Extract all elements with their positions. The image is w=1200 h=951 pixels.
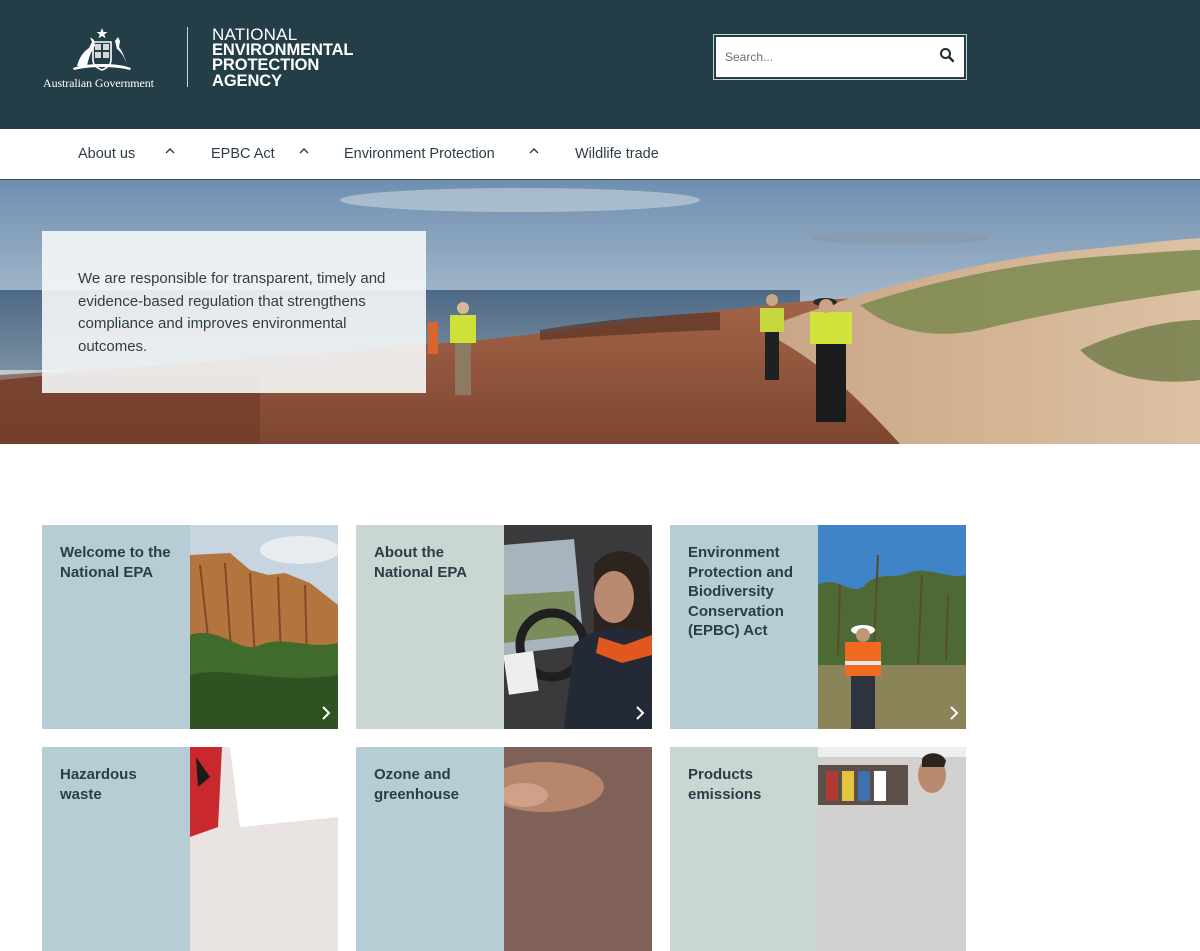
officer-in-vehicle-photo [504, 525, 652, 729]
tile-label: Environment Protection and Biodiversity … [670, 525, 818, 729]
nav-item-wildlife-trade[interactable]: Wildlife trade [575, 129, 659, 179]
chevron-up-icon[interactable] [298, 146, 310, 156]
smoke-sky-photo [504, 747, 652, 951]
main-navigation: About us EPBC Act Environment Protection… [0, 129, 1200, 180]
australian-government-text: Australian Government [43, 76, 154, 90]
hero-banner: We are responsible for transparent, time… [0, 180, 1200, 444]
agency-name-line4: AGENCY [212, 71, 282, 90]
chevron-right-icon [636, 706, 645, 720]
tile-about-national-epa[interactable]: About the National EPA [356, 525, 652, 729]
chevron-up-icon[interactable] [164, 146, 176, 156]
tile-epbc-act[interactable]: Environment Protection and Biodiversity … [670, 525, 966, 729]
nav-item-environment-protection[interactable]: Environment Protection [344, 129, 495, 179]
logo-divider [187, 27, 188, 87]
site-header: Australian Government NATIONAL ENVIRONME… [0, 0, 1200, 129]
agency-logo[interactable]: NATIONAL ENVIRONMENTAL PROTECTION AGENCY [212, 26, 354, 90]
australian-government-logo[interactable]: Australian Government [43, 26, 163, 90]
coat-of-arms-icon [73, 28, 131, 71]
tile-ozone-greenhouse[interactable]: Ozone and greenhouse [356, 747, 652, 951]
chevron-right-icon [950, 706, 959, 720]
hazard-flag-photo [190, 747, 338, 951]
tile-label: Products emissions [670, 747, 818, 951]
cliff-photo [190, 525, 338, 729]
chevron-right-icon [322, 706, 331, 720]
store-worker-photo [818, 747, 966, 951]
nav-item-epbc-act[interactable]: EPBC Act [211, 129, 275, 179]
tile-products-emissions[interactable]: Products emissions [670, 747, 966, 951]
search-icon[interactable] [938, 46, 956, 64]
nav-item-about-us[interactable]: About us [78, 129, 135, 179]
chevron-up-icon[interactable] [528, 146, 540, 156]
tile-label: Hazardous waste [42, 747, 190, 951]
tile-label: About the National EPA [356, 525, 504, 729]
search-field-wrapper [716, 37, 964, 77]
tile-label: Welcome to the National EPA [42, 525, 190, 729]
tile-label: Ozone and greenhouse [356, 747, 504, 951]
tile-welcome[interactable]: Welcome to the National EPA [42, 525, 338, 729]
search-box [713, 34, 967, 80]
hero-statement-card: We are responsible for transparent, time… [42, 231, 426, 393]
search-input[interactable] [716, 37, 926, 77]
tile-hazardous-waste[interactable]: Hazardous waste [42, 747, 338, 951]
field-worker-photo [818, 525, 966, 729]
hero-statement-text: We are responsible for transparent, time… [78, 270, 386, 355]
